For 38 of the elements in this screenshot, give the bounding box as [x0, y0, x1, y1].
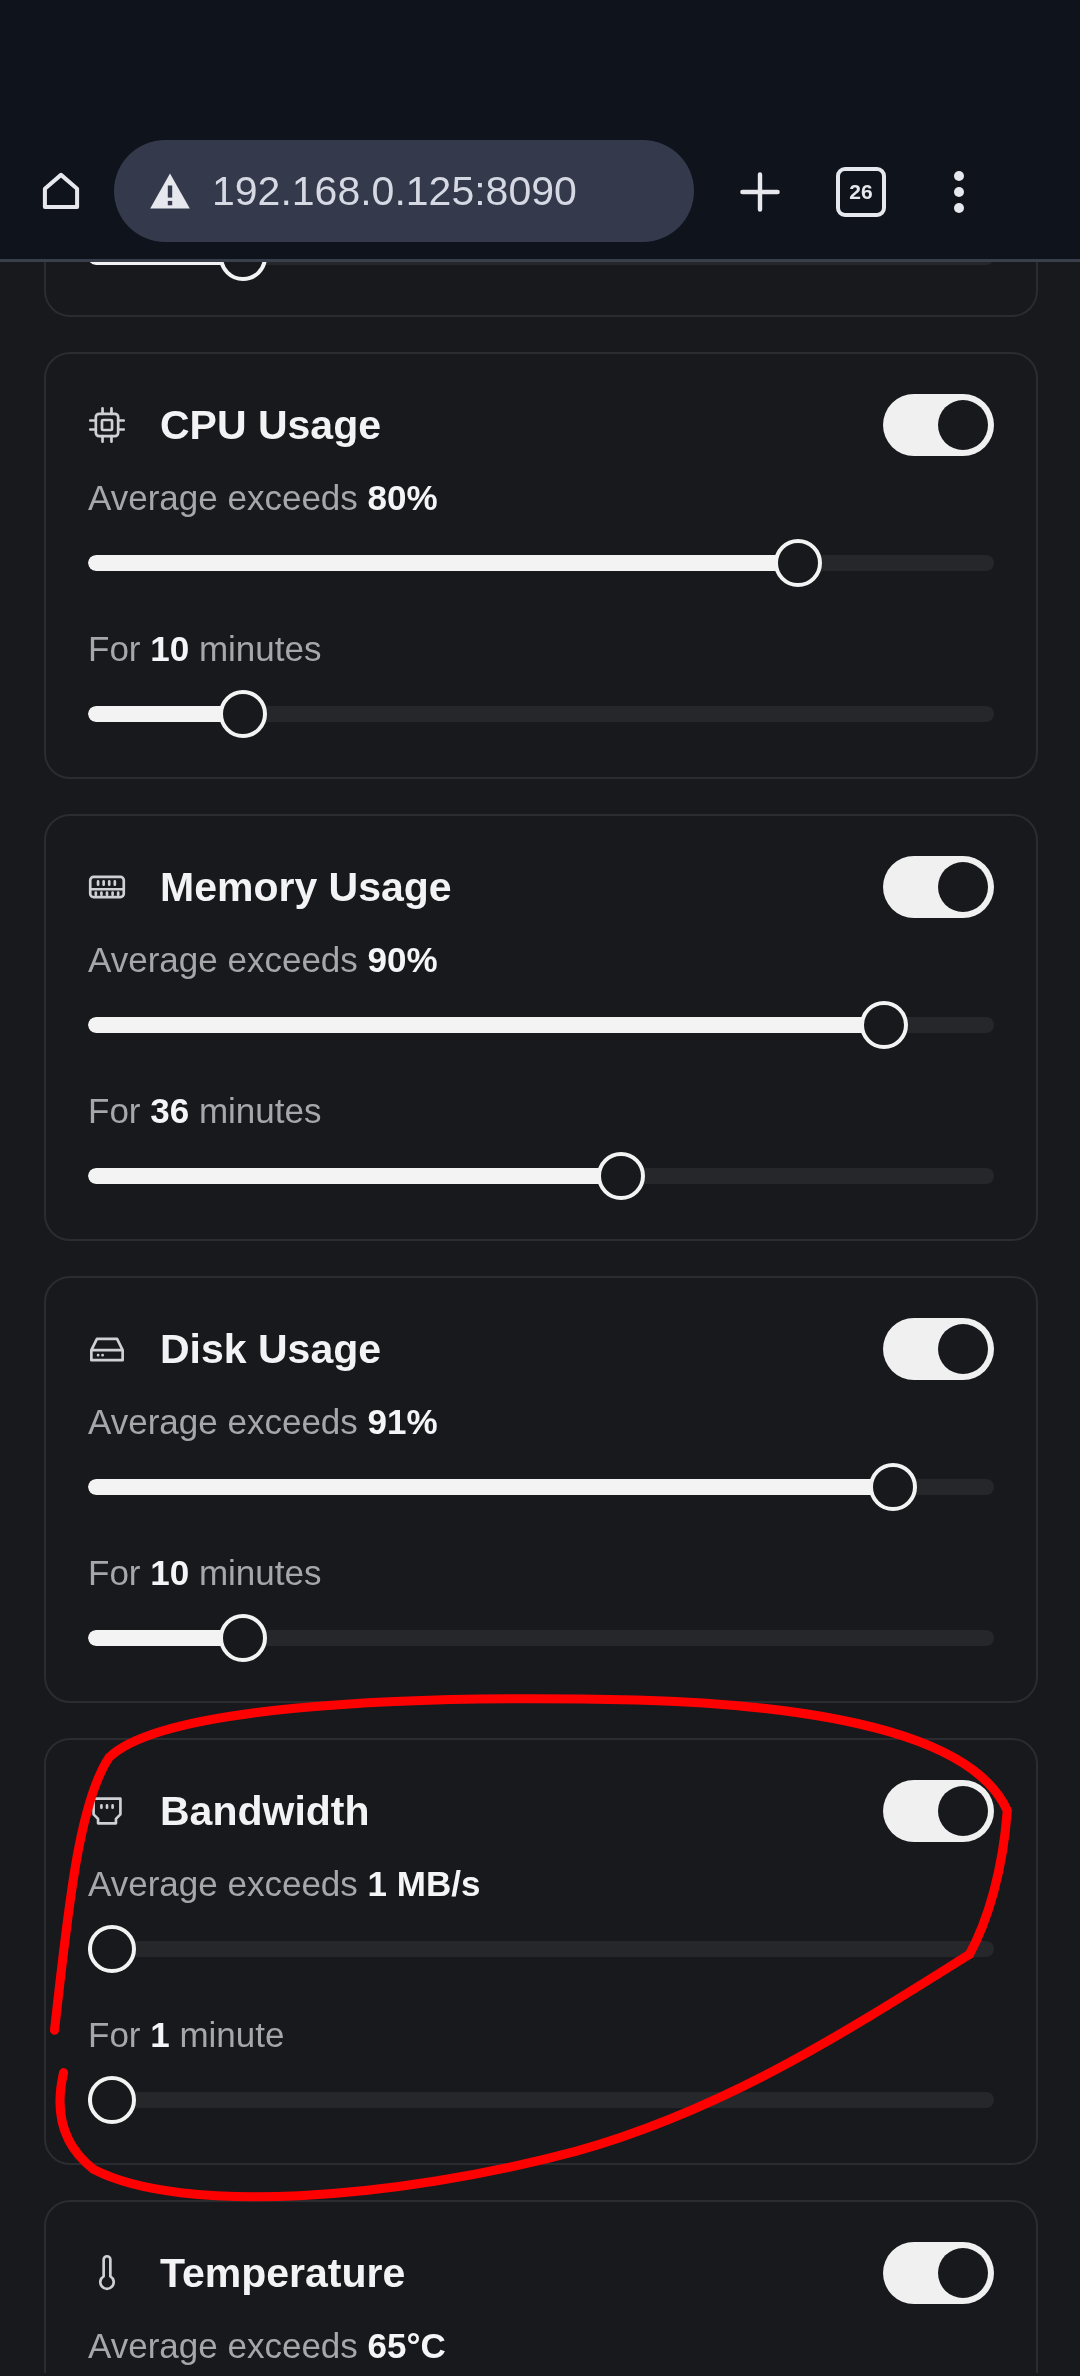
toggle-switch[interactable]	[883, 1780, 994, 1842]
threshold-label: Average exceeds 1 MB/s	[88, 1863, 482, 1905]
warning-icon[interactable]	[148, 171, 192, 211]
card-title: Disk Usage	[160, 1325, 383, 1373]
threshold-label: Average exceeds 80%	[88, 477, 439, 519]
slider-thumb[interactable]	[88, 1925, 136, 1973]
duration-label: For 10 minutes	[88, 628, 323, 670]
slider-thumb[interactable]	[88, 2076, 136, 2124]
slider-thumb[interactable]	[219, 690, 268, 738]
slider-thumb[interactable]	[868, 1463, 917, 1511]
menu-icon[interactable]	[952, 170, 966, 214]
threshold-label: Average exceeds 65°C	[88, 2325, 447, 2367]
address-bar[interactable]: 192.168.0.125:8090	[114, 140, 694, 242]
card-title: Memory Usage	[160, 863, 453, 911]
slider[interactable]	[88, 690, 994, 738]
cpu-chip-icon	[88, 406, 126, 444]
url-text: 192.168.0.125:8090	[212, 167, 577, 215]
card-title: Bandwidth	[160, 1787, 371, 1835]
card-title: CPU Usage	[160, 401, 382, 449]
slider[interactable]	[88, 1463, 994, 1511]
slider[interactable]	[88, 1614, 994, 1662]
new-tab-icon[interactable]	[738, 170, 782, 214]
slider-thumb[interactable]	[774, 539, 823, 587]
slider-thumb[interactable]	[219, 1614, 268, 1662]
slider[interactable]	[88, 2076, 994, 2124]
slider[interactable]	[88, 539, 994, 587]
threshold-label: Average exceeds 90%	[88, 939, 439, 981]
slider-thumb[interactable]	[860, 1001, 909, 1049]
card-title: Temperature	[160, 2249, 407, 2297]
tab-count-button[interactable]: 26	[836, 167, 886, 217]
slider[interactable]	[88, 1001, 994, 1049]
slider[interactable]	[88, 1925, 994, 1973]
slider-thumb[interactable]	[596, 1152, 645, 1200]
threshold-label: Average exceeds 91%	[88, 1401, 439, 1443]
duration-label: For 1 minute	[88, 2014, 286, 2056]
duration-label: For 36 minutes	[88, 1090, 323, 1132]
duration-label: For 10 minutes	[88, 1552, 323, 1594]
slider[interactable]	[88, 1152, 994, 1200]
